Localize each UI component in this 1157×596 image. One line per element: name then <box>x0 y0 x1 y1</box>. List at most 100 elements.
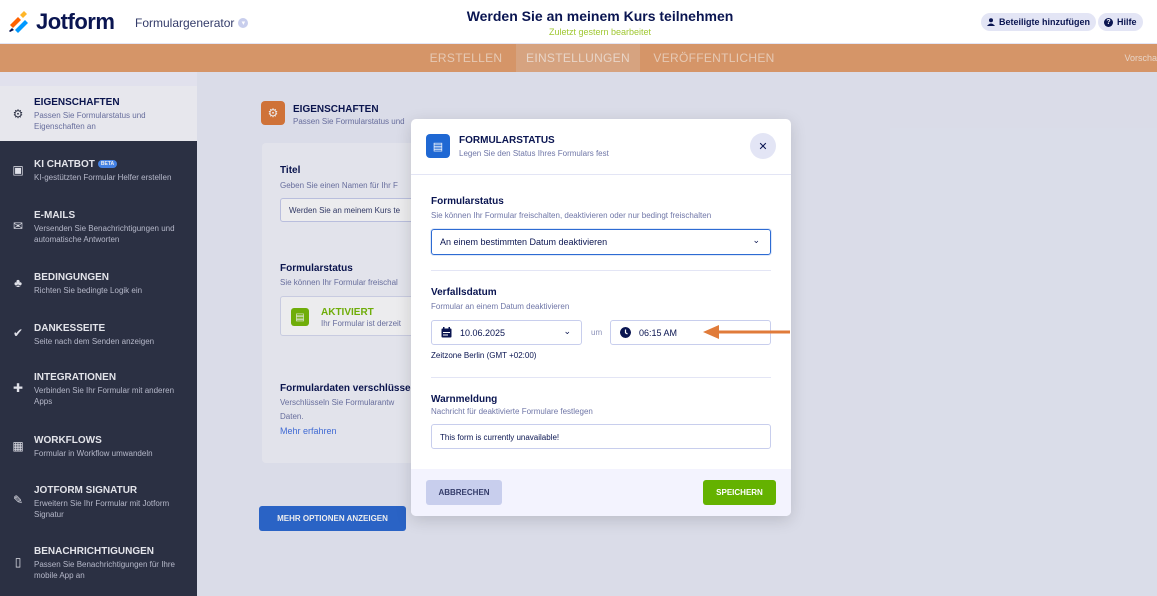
form-status-select[interactable]: An einem bestimmten Datum deaktivieren ⌄ <box>431 229 771 255</box>
product-switcher[interactable]: Formulargenerator ▾ <box>135 16 249 30</box>
sidebar-item-workflows[interactable]: ▦ WORKFLOWS Formular in Workflow umwande… <box>0 424 197 479</box>
encrypt-hint: Verschlüsseln Sie Formularantw <box>280 398 395 407</box>
sidebar-item-desc: Erweitern Sie Ihr Formular mit Jotform S… <box>34 499 170 519</box>
show-more-options-button[interactable]: MEHR OPTIONEN ANZEIGEN <box>259 506 406 531</box>
sidebar-item-desc: Formular in Workflow umwandeln <box>34 449 153 458</box>
form-status-icon: ▤ <box>426 134 450 158</box>
sidebar-item-desc: KI-gestützten Formular Helfer erstellen <box>34 173 172 182</box>
sidebar-item-title: KI CHATBOT BETA <box>34 159 118 170</box>
encrypt-label: Formulardaten verschlüssel <box>280 383 414 394</box>
gear-icon: ⚙ <box>261 101 285 125</box>
jotform-logo[interactable]: Jotform <box>8 9 115 35</box>
check-circle-icon: ✔ <box>12 326 24 340</box>
sidebar-item-title: JOTFORM SIGNATUR <box>34 485 138 496</box>
title-hint: Geben Sie einen Namen für Ihr F <box>280 181 398 190</box>
sidebar-item-title: DANKESSEITE <box>34 323 106 334</box>
form-status-label: Formularstatus <box>280 263 353 274</box>
help-button[interactable]: ? Hilfe <box>1098 13 1143 31</box>
sidebar-item-desc: Richten Sie bedingte Logik ein <box>34 286 143 295</box>
puzzle-icon: ✚ <box>12 381 24 395</box>
settings-sidebar: ⚙ EIGENSCHAFTEN Passen Sie Formularstatu… <box>0 86 197 596</box>
form-status-modal: ▤ FORMULARSTATUS Legen Sie den Status Ih… <box>411 119 791 516</box>
modal-footer: ABBRECHEN SPEICHERN <box>411 469 791 516</box>
clock-icon <box>620 327 631 338</box>
time-value: 06:15 AM <box>639 328 678 338</box>
modal-header: ▤ FORMULARSTATUS Legen Sie den Status Ih… <box>411 119 791 175</box>
warning-message-input[interactable]: This form is currently unavailable! <box>431 424 771 449</box>
top-header: Jotform Formulargenerator ▾ Werden Sie a… <box>0 0 1157 44</box>
pen-icon: ✎ <box>12 493 24 507</box>
sidebar-item-thank-you-page[interactable]: ✔ DANKESSEITE Seite nach dem Senden anze… <box>0 312 197 367</box>
sidebar-item-jotform-sign[interactable]: ✎ JOTFORM SIGNATUR Erweitern Sie Ihr For… <box>0 474 197 529</box>
add-participants-button[interactable]: Beteiligte hinzufügen <box>981 13 1096 31</box>
people-icon: ♣ <box>14 276 22 290</box>
chevron-down-icon: ▾ <box>238 18 249 28</box>
beta-badge: BETA <box>97 160 118 169</box>
add-participants-label: Beteiligte hinzufügen <box>999 17 1090 27</box>
learn-more-link[interactable]: Mehr erfahren <box>280 426 337 436</box>
properties-panel-header: ⚙ EIGENSCHAFTEN Passen Sie Formularstatu… <box>261 101 405 126</box>
product-label: Formulargenerator <box>135 16 235 30</box>
help-label: Hilfe <box>1117 17 1137 27</box>
sidebar-item-notifications[interactable]: ▯ BENACHRICHTIGUNGEN Passen Sie Benachri… <box>0 535 197 590</box>
sidebar-item-title: BENACHRICHTIGUNGEN <box>34 546 154 557</box>
encrypt-hint-2: Daten. <box>280 412 304 421</box>
warning-label: Warnmeldung <box>431 394 498 405</box>
chevron-down-icon: ⌄ <box>563 327 571 337</box>
cancel-button[interactable]: ABBRECHEN <box>426 480 502 505</box>
close-icon: ✕ <box>758 139 768 153</box>
status-value-hint: Ihr Formular ist derzeit <box>321 319 402 328</box>
sidebar-item-desc: Versenden Sie Benachrichtigungen und aut… <box>34 224 175 244</box>
robot-icon: ▣ <box>12 163 24 177</box>
form-icon: ▤ <box>291 308 309 326</box>
sidebar-item-title: INTEGRATIONEN <box>34 372 117 383</box>
sidebar-item-title: WORKFLOWS <box>34 435 102 446</box>
sidebar-item-integrations[interactable]: ✚ INTEGRATIONEN Verbinden Sie Ihr Formul… <box>0 361 197 416</box>
status-label: Formularstatus <box>431 196 504 207</box>
tab-publish[interactable]: VERÖFFENTLICHEN <box>646 44 782 72</box>
tab-build[interactable]: ERSTELLEN <box>420 44 512 72</box>
modal-title: FORMULARSTATUS <box>459 135 555 146</box>
user-icon <box>987 18 995 26</box>
date-value: 10.06.2025 <box>460 328 506 338</box>
sidebar-item-conditions[interactable]: ♣ BEDINGUNGEN Richten Sie bedingte Logik… <box>0 261 197 316</box>
phone-icon: ▯ <box>14 555 22 569</box>
expiry-date-picker[interactable]: 10.06.2025 ⌄ <box>431 320 582 345</box>
sidebar-item-properties[interactable]: ⚙ EIGENSCHAFTEN Passen Sie Formularstatu… <box>0 86 197 141</box>
expiry-label: Verfallsdatum <box>431 287 497 298</box>
sidebar-item-emails[interactable]: ✉ E-MAILS Versenden Sie Benachrichtigung… <box>0 199 197 254</box>
at-label: um <box>591 328 603 337</box>
sidebar-item-ai-chatbot[interactable]: ▣ KI CHATBOT BETA KI-gestützten Formular … <box>0 148 197 203</box>
logo-text: Jotform <box>36 9 115 34</box>
warning-hint: Nachricht für deaktivierte Formulare fes… <box>431 407 593 416</box>
form-status-hint: Sie können Ihr Formular freischal <box>280 278 398 287</box>
timezone-label: Zeitzone Berlin (GMT +02:00) <box>431 351 537 360</box>
mail-icon: ✉ <box>12 219 24 233</box>
sidebar-item-desc: Passen Sie Formularstatus und Eigenschaf… <box>34 111 146 131</box>
status-value: AKTIVIERT <box>321 307 374 318</box>
workflow-icon: ▦ <box>12 439 24 453</box>
panel-subtitle: Passen Sie Formularstatus und <box>293 117 405 126</box>
divider <box>431 270 771 271</box>
title-label: Titel <box>280 165 301 176</box>
status-hint: Sie können Ihr Formular freischalten, de… <box>431 211 712 220</box>
close-button[interactable]: ✕ <box>750 133 776 159</box>
help-icon: ? <box>1104 17 1113 27</box>
sidebar-item-title: E-MAILS <box>34 210 76 221</box>
panel-title: EIGENSCHAFTEN <box>293 104 379 115</box>
divider <box>431 377 771 378</box>
sidebar-item-desc: Passen Sie Benachrichtigungen für Ihre m… <box>34 560 175 580</box>
sidebar-item-title: BEDINGUNGEN <box>34 272 110 283</box>
tab-settings[interactable]: EINSTELLUNGEN <box>516 44 640 72</box>
form-title[interactable]: Werden Sie an meinem Kurs teilnehmen <box>400 8 800 24</box>
save-button[interactable]: SPEICHERN <box>703 480 776 505</box>
calendar-icon <box>441 327 452 338</box>
arrow-annotation-icon <box>703 325 790 339</box>
preview-toggle[interactable]: Vorscha <box>1124 44 1157 72</box>
builder-tab-bar: ERSTELLEN EINSTELLUNGEN VERÖFFENTLICHEN … <box>0 44 1157 72</box>
status-selected-value: An einem bestimmten Datum deaktivieren <box>440 237 608 247</box>
expiry-hint: Formular an einem Datum deaktivieren <box>431 302 570 311</box>
sidebar-item-desc: Verbinden Sie Ihr Formular mit anderen A… <box>34 386 175 406</box>
modal-subtitle: Legen Sie den Status Ihres Formulars fes… <box>459 149 609 158</box>
sidebar-item-desc: Seite nach dem Senden anzeigen <box>34 337 155 346</box>
